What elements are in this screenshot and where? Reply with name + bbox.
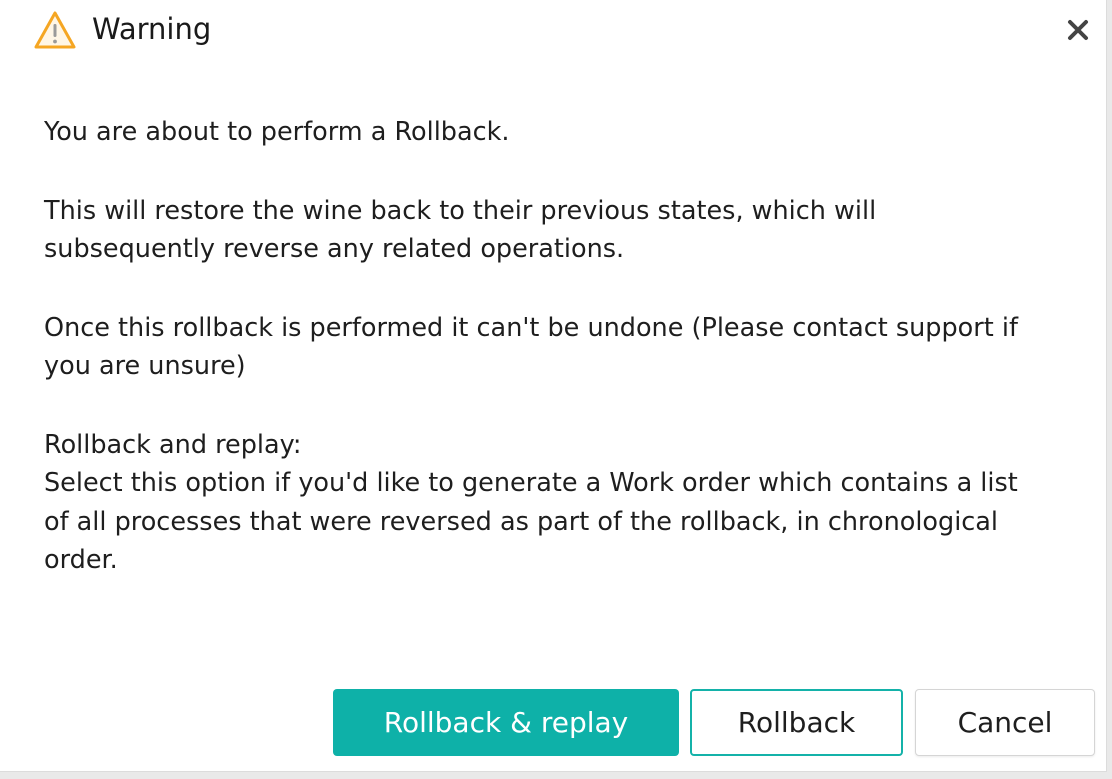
rollback-replay-button[interactable]: Rollback & replay bbox=[333, 689, 679, 756]
message-restore-info: This will restore the wine back to their… bbox=[44, 195, 877, 265]
message-irreversible-warning: Once this rollback is performed it can't… bbox=[44, 312, 1018, 382]
dialog-header: Warning bbox=[0, 0, 1107, 60]
message-replay-description: Select this option if you'd like to gene… bbox=[44, 468, 1018, 575]
warning-dialog: Warning You are about to perform a Rollb… bbox=[0, 0, 1107, 772]
message-intro: You are about to perform a Rollback. bbox=[44, 117, 510, 147]
close-icon[interactable] bbox=[1062, 14, 1094, 46]
dialog-title: Warning bbox=[92, 12, 212, 46]
warning-icon bbox=[34, 11, 76, 49]
cancel-button[interactable]: Cancel bbox=[915, 689, 1095, 756]
dialog-message: You are about to perform a Rollback. Thi… bbox=[44, 113, 1044, 580]
rollback-button[interactable]: Rollback bbox=[690, 689, 903, 756]
message-replay-heading: Rollback and replay: bbox=[44, 429, 302, 460]
